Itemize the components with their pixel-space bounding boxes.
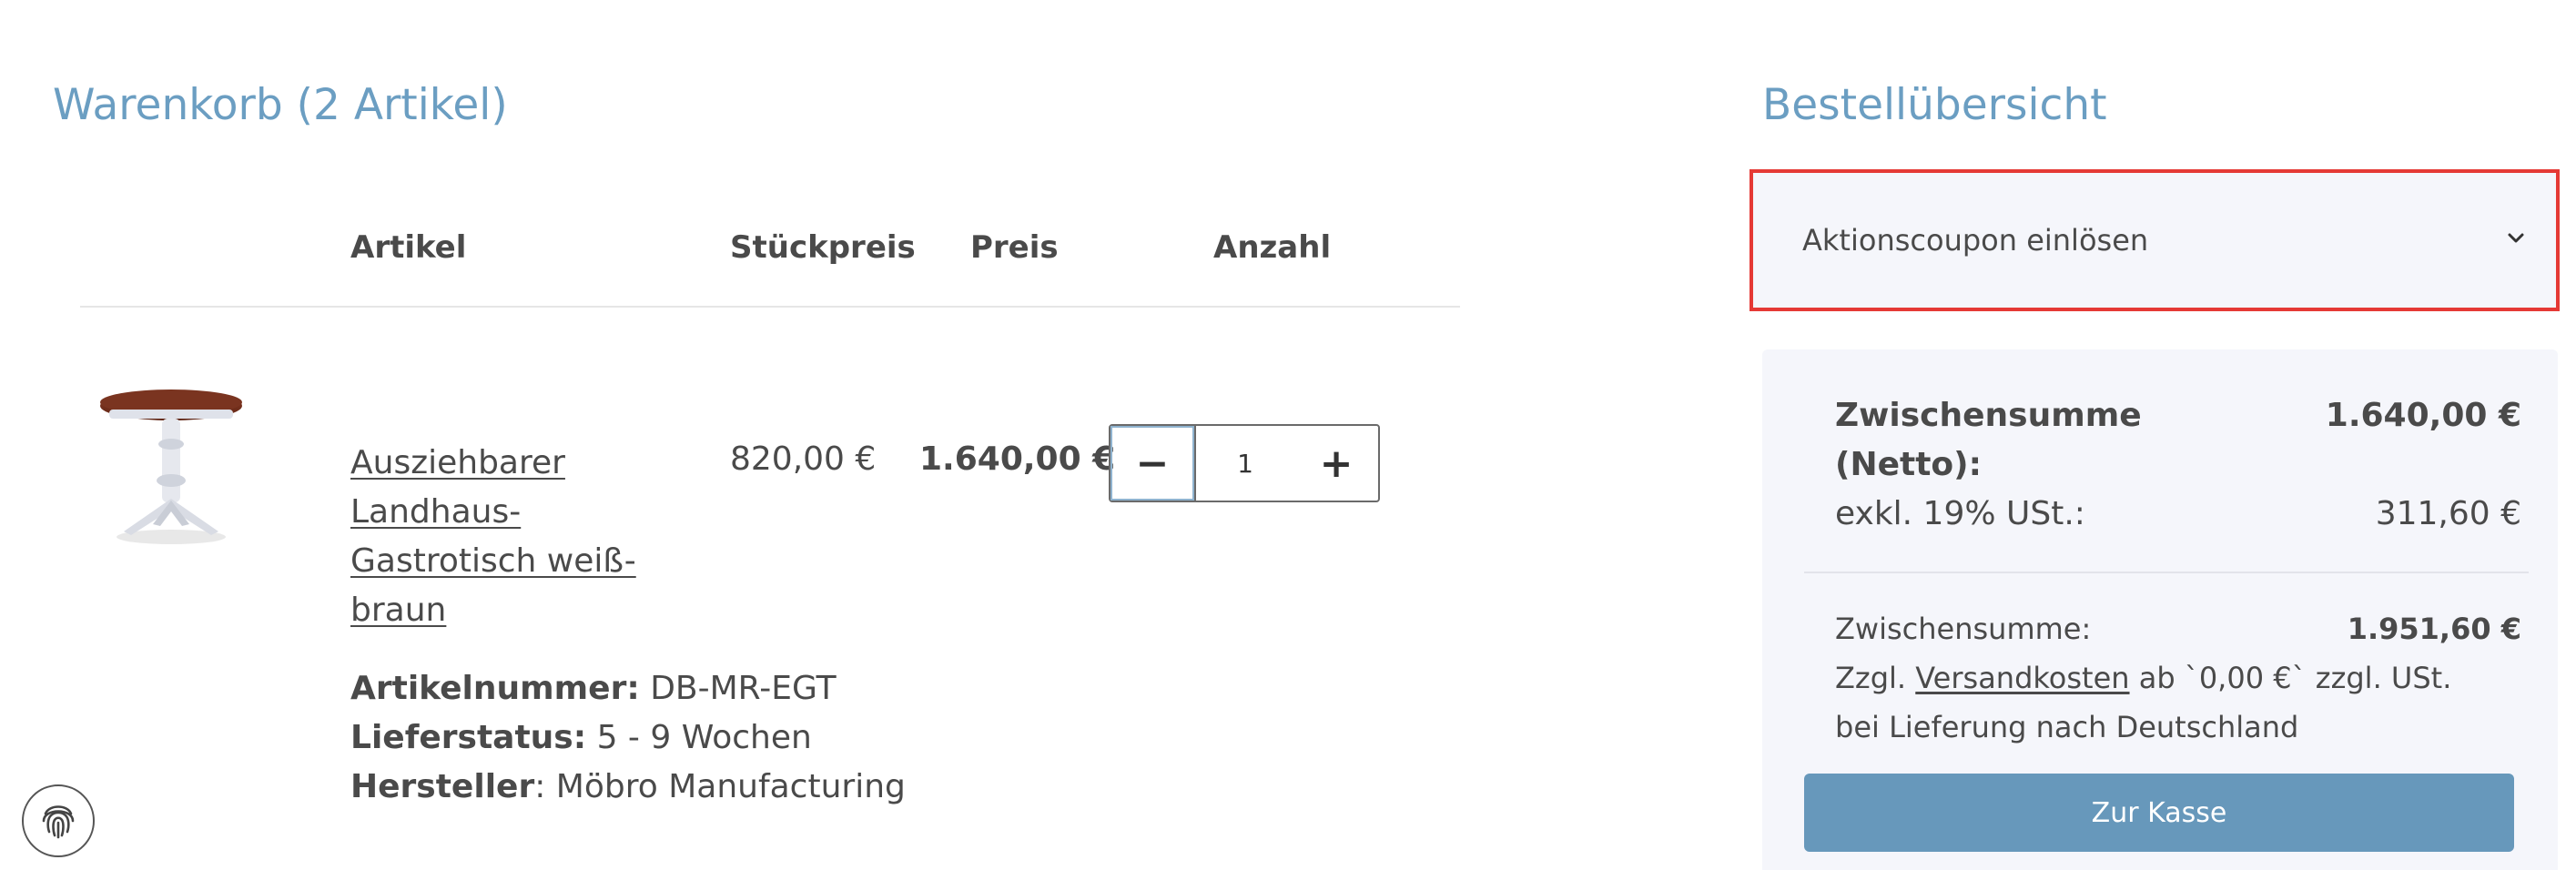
tax-label: exkl. 19% USt.: — [1835, 495, 2085, 532]
quantity-input[interactable]: 1 — [1196, 426, 1294, 501]
delivery-status-row: Lieferstatus: 5 - 9 Wochen — [350, 713, 906, 763]
coupon-toggle[interactable]: Aktionscoupon einlösen — [1749, 169, 2560, 311]
manufacturer-row: Hersteller: Möbro Manufacturing — [350, 763, 906, 812]
delivery-status-value: 5 - 9 Wochen — [596, 719, 812, 756]
coupon-label: Aktionscoupon einlösen — [1802, 223, 2149, 258]
shipping-prefix: Zzgl. — [1835, 661, 1916, 695]
line-total-price: 1.640,00 € — [919, 440, 1116, 478]
chevron-down-icon — [2503, 226, 2529, 255]
subtotal-net-value: 1.640,00 € — [2325, 397, 2521, 434]
article-number-value: DB-MR-EGT — [650, 670, 837, 707]
delivery-status-label: Lieferstatus: — [350, 719, 587, 756]
cart-title: Warenkorb (2 Artikel) — [53, 80, 508, 130]
product-meta: Artikelnummer: DB-MR-EGT Lieferstatus: 5… — [350, 664, 906, 812]
article-number-row: Artikelnummer: DB-MR-EGT — [350, 664, 906, 713]
article-number-label: Artikelnummer: — [350, 670, 640, 707]
manufacturer-label: Hersteller — [350, 768, 535, 805]
quantity-decrease-button[interactable]: − — [1111, 426, 1196, 501]
column-header-stueckpreis: Stückpreis — [730, 229, 916, 266]
unit-price: 820,00 € — [730, 440, 877, 478]
subtotal-net-label: Zwischensumme (Netto): — [1835, 391, 2142, 490]
fingerprint-icon — [36, 797, 80, 845]
column-header-artikel: Artikel — [350, 229, 467, 266]
checkout-button[interactable]: Zur Kasse — [1804, 774, 2514, 852]
tax-value: 311,60 € — [2375, 495, 2521, 532]
header-divider — [80, 306, 1460, 308]
fingerprint-button[interactable] — [22, 784, 95, 857]
subtotal-gross-label: Zwischensumme: — [1835, 612, 2092, 646]
product-name-link[interactable]: Ausziehbarer Landhaus-Gastrotisch weiß-b… — [350, 439, 660, 635]
quantity-increase-button[interactable]: + — [1294, 426, 1378, 501]
subtotal-net-label-text: Zwischensumme (Netto): — [1835, 397, 2142, 483]
shipping-costs-link[interactable]: Versandkosten — [1915, 661, 2129, 695]
subtotal-gross-value: 1.951,60 € — [2347, 612, 2521, 646]
column-header-anzahl: Anzahl — [1213, 229, 1332, 266]
product-image[interactable] — [89, 380, 253, 551]
shipping-note: Zzgl. Versandkosten ab `0,00 €` zzgl. US… — [1835, 653, 2490, 752]
summary-title: Bestellübersicht — [1762, 80, 2107, 130]
manufacturer-value: : Möbro Manufacturing — [534, 768, 906, 805]
column-header-preis: Preis — [970, 229, 1059, 266]
summary-divider — [1804, 572, 2529, 573]
quantity-stepper: − 1 + — [1109, 424, 1380, 502]
order-summary-panel: Zwischensumme (Netto): 1.640,00 € exkl. … — [1762, 349, 2558, 870]
